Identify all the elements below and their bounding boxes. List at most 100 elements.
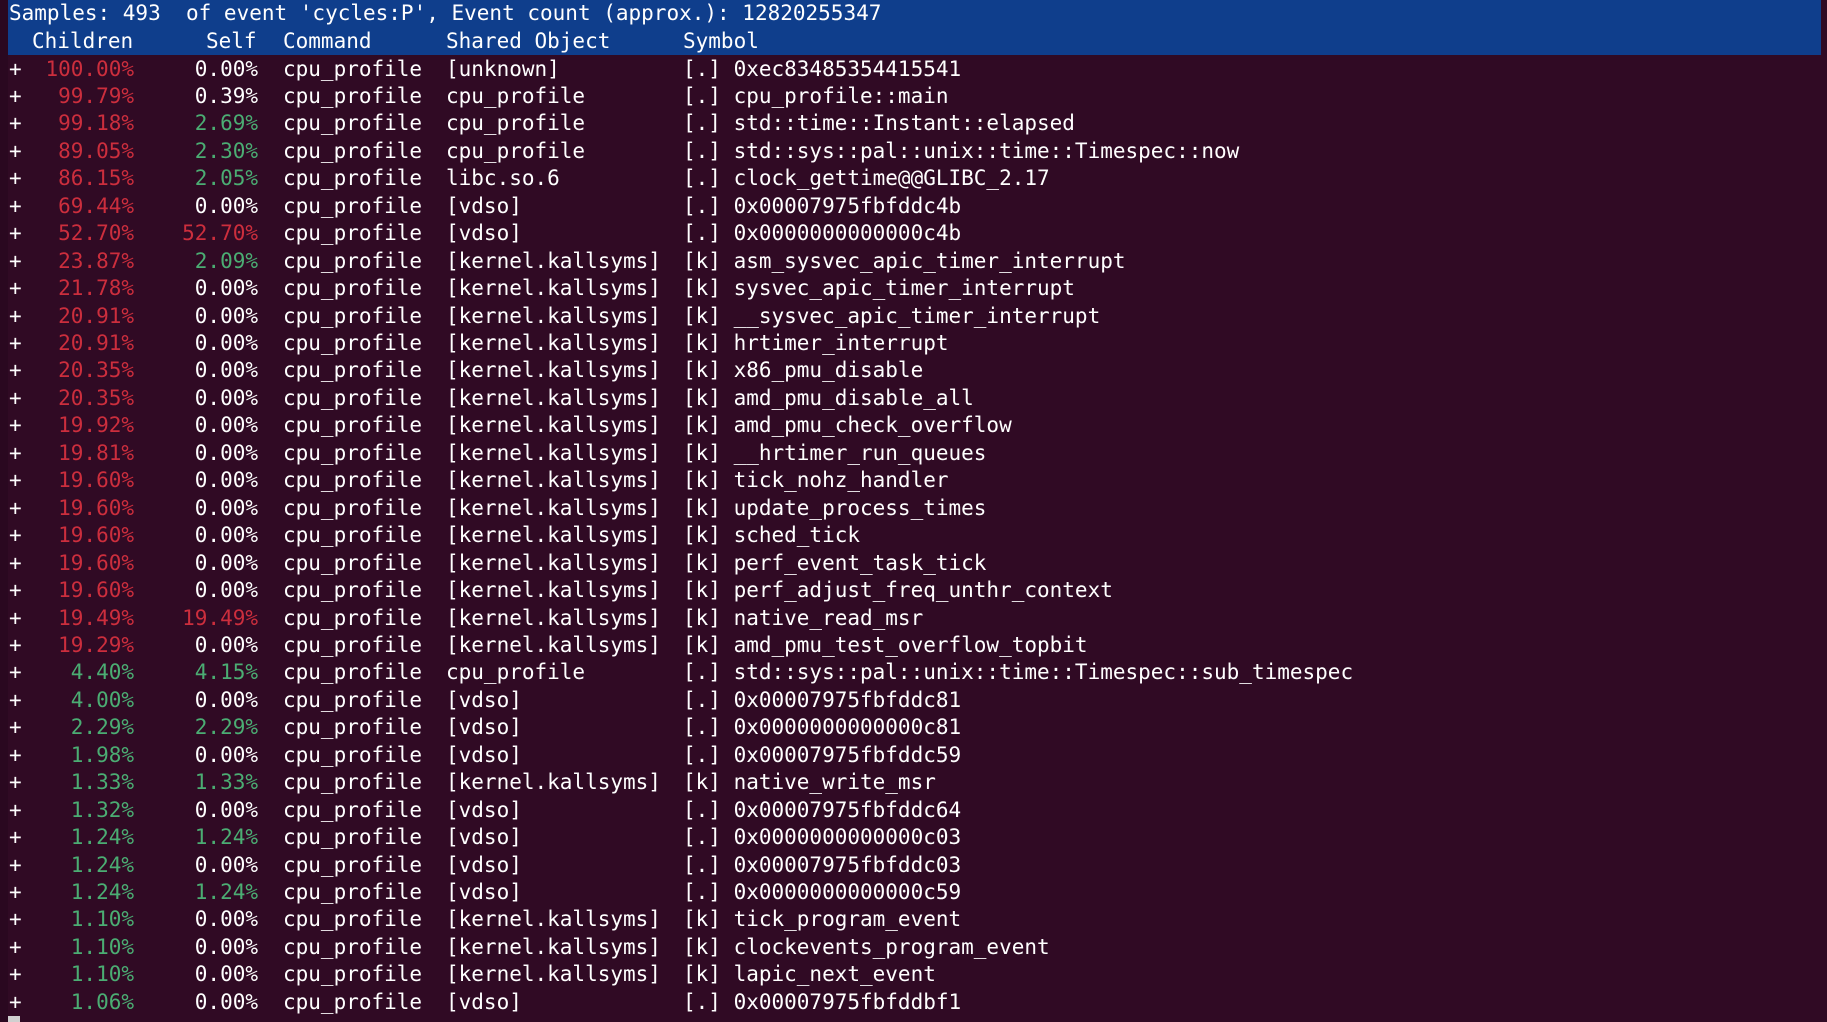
shared-object-cell: [vdso] xyxy=(446,989,522,1014)
shared-object-cell: cpu_profile xyxy=(446,83,586,108)
table-row[interactable]: +1.24% 1.24% cpu_profile [vdso] [.] 0x000000… xyxy=(0,824,1827,852)
symbol-cell: [k] __hrtimer_run_queues xyxy=(683,440,987,465)
symbol-cell: [k] native_write_msr xyxy=(683,770,936,795)
table-row[interactable]: +89.05% 2.30% cpu_profile cpu_profile [.] st… xyxy=(0,138,1827,166)
children-percent: 19.60% xyxy=(58,550,134,575)
command-cell: cpu_profile xyxy=(283,138,423,163)
self-percent: 0.00% xyxy=(194,797,258,822)
symbol-cell: [k] lapic_next_event xyxy=(683,962,936,987)
command-cell: cpu_profile xyxy=(283,632,423,657)
symbol-cell: [.] 0x0000000000000c59 xyxy=(683,880,962,904)
command-cell: cpu_profile xyxy=(283,550,423,575)
self-percent: 0.00% xyxy=(194,303,258,328)
table-row[interactable]: +1.10% 0.00% cpu_profile [kernel.kallsyms][… xyxy=(0,906,1827,934)
self-percent: 2.30% xyxy=(194,138,258,163)
command-cell: cpu_profile xyxy=(283,989,423,1014)
column-header-command[interactable]: Command xyxy=(283,28,372,56)
table-row[interactable]: +19.60% 0.00% cpu_profile [kernel.kallsyms]… xyxy=(0,522,1827,550)
table-row[interactable]: +23.87% 2.09% cpu_profile [kernel.kallsyms]… xyxy=(0,248,1827,276)
command-cell: cpu_profile xyxy=(283,934,423,959)
table-row[interactable]: +1.33% 1.33% cpu_profile [kernel.kallsyms][… xyxy=(0,769,1827,797)
table-row[interactable]: +20.91% 0.00% cpu_profile [kernel.kallsyms]… xyxy=(0,303,1827,331)
table-row[interactable]: +99.18% 2.69% cpu_profile cpu_profile [.] st… xyxy=(0,110,1827,138)
table-row[interactable]: +1.24% 0.00% cpu_profile [vdso] [.] 0x000079… xyxy=(0,852,1827,880)
column-header-children[interactable]: Children xyxy=(32,28,133,56)
table-row[interactable]: +21.78% 0.00% cpu_profile [kernel.kallsyms]… xyxy=(0,275,1827,303)
table-row[interactable]: +1.98% 0.00% cpu_profile [vdso] [.] 0x000079… xyxy=(0,742,1827,770)
table-row[interactable]: +1.10% 0.00% cpu_profile [kernel.kallsyms][… xyxy=(0,961,1827,989)
column-header-self[interactable]: Self xyxy=(206,28,257,56)
table-row[interactable]: +19.60% 0.00% cpu_profile [kernel.kallsyms]… xyxy=(0,467,1827,495)
symbol-cell: [k] sched_tick xyxy=(683,523,861,548)
self-percent: 0.00% xyxy=(194,358,258,383)
table-row[interactable]: +1.32% 0.00% cpu_profile [vdso] [.] 0x000079… xyxy=(0,797,1827,825)
table-row[interactable]: +1.24% 1.24% cpu_profile [vdso] [.] 0x000000… xyxy=(0,879,1827,907)
shared-object-cell: [kernel.kallsyms] xyxy=(446,303,661,328)
table-row[interactable]: +20.35% 0.00% cpu_profile [kernel.kallsyms]… xyxy=(0,385,1827,413)
table-row[interactable]: +2.29% 2.29% cpu_profile [vdso] [.] 0x000000… xyxy=(0,714,1827,742)
children-percent: 20.35% xyxy=(58,385,134,410)
self-percent: 2.69% xyxy=(194,111,258,136)
self-percent: 0.00% xyxy=(194,276,258,301)
children-percent: 1.06% xyxy=(70,989,134,1014)
command-cell: cpu_profile xyxy=(283,166,423,191)
shared-object-cell: [kernel.kallsyms] xyxy=(446,248,661,273)
table-row[interactable]: +100.00% 0.00% cpu_profile [unknown] [.] 0xe… xyxy=(0,56,1827,84)
symbol-cell: [k] native_read_msr xyxy=(683,605,924,630)
shared-object-cell: [kernel.kallsyms] xyxy=(446,605,661,630)
table-row[interactable]: +4.40% 4.15% cpu_profile cpu_profile [.] std… xyxy=(0,659,1827,687)
symbol-cell: [k] amd_pmu_check_overflow xyxy=(683,413,1012,438)
shared-object-cell: [kernel.kallsyms] xyxy=(446,413,661,438)
self-percent: 52.70% xyxy=(182,221,258,246)
table-row[interactable]: +20.35% 0.00% cpu_profile [kernel.kallsyms]… xyxy=(0,357,1827,385)
symbol-cell: [.] 0x0000000000000c81 xyxy=(683,715,962,740)
table-row[interactable]: +19.92% 0.00% cpu_profile [kernel.kallsyms]… xyxy=(0,412,1827,440)
table-row[interactable]: +19.49% 19.49% cpu_profile [kernel.kallsyms… xyxy=(0,605,1827,633)
symbol-cell: [k] update_process_times xyxy=(683,495,987,520)
table-row[interactable]: +86.15% 2.05% cpu_profile libc.so.6 [.] cloc… xyxy=(0,165,1827,193)
self-percent: 0.00% xyxy=(194,687,258,712)
column-header-shared-object[interactable]: Shared Object xyxy=(446,28,610,56)
children-percent: 100.00% xyxy=(45,56,134,81)
self-percent: 4.15% xyxy=(194,660,258,685)
shared-object-cell: [kernel.kallsyms] xyxy=(446,632,661,657)
command-cell: cpu_profile xyxy=(283,660,423,685)
self-percent: 0.00% xyxy=(194,440,258,465)
table-row[interactable]: +19.60% 0.00% cpu_profile [kernel.kallsyms]… xyxy=(0,550,1827,578)
table-row[interactable]: +1.10% 0.00% cpu_profile [kernel.kallsyms][… xyxy=(0,934,1827,962)
command-cell: cpu_profile xyxy=(283,440,423,465)
command-cell: cpu_profile xyxy=(283,83,423,108)
self-percent: 0.00% xyxy=(194,495,258,520)
command-cell: cpu_profile xyxy=(283,331,423,355)
command-cell: cpu_profile xyxy=(283,276,423,301)
table-row[interactable]: +99.79% 0.39% cpu_profile cpu_profile [.] cp… xyxy=(0,83,1827,111)
table-row[interactable]: +4.00% 0.00% cpu_profile [vdso] [.] 0x000079… xyxy=(0,687,1827,715)
self-percent: 0.00% xyxy=(194,523,258,548)
command-cell: cpu_profile xyxy=(283,111,423,136)
children-percent: 19.60% xyxy=(58,578,134,603)
self-percent: 0.00% xyxy=(194,742,258,767)
table-row[interactable]: +19.29% 0.00% cpu_profile [kernel.kallsyms]… xyxy=(0,632,1827,660)
command-cell: cpu_profile xyxy=(283,825,423,850)
children-percent: 1.24% xyxy=(70,880,134,904)
table-row[interactable]: +1.06% 0.00% cpu_profile [vdso] [.] 0x000079… xyxy=(0,989,1827,1017)
shared-object-cell: [kernel.kallsyms] xyxy=(446,468,661,493)
table-row[interactable]: +19.60% 0.00% cpu_profile [kernel.kallsyms]… xyxy=(0,495,1827,523)
children-percent: 19.49% xyxy=(58,605,134,630)
children-percent: 20.91% xyxy=(58,303,134,328)
symbol-cell: [.] 0x0000000000000c03 xyxy=(683,825,962,850)
command-cell: cpu_profile xyxy=(283,880,423,904)
table-row[interactable]: +19.81% 0.00% cpu_profile [kernel.kallsyms]… xyxy=(0,440,1827,468)
self-percent: 0.00% xyxy=(194,934,258,959)
shared-object-cell: [kernel.kallsyms] xyxy=(446,550,661,575)
column-header-symbol[interactable]: Symbol xyxy=(683,28,759,56)
children-percent: 20.91% xyxy=(58,331,134,355)
table-row[interactable]: +20.91% 0.00% cpu_profile [kernel.kallsyms]… xyxy=(0,330,1827,358)
table-row[interactable]: +52.70% 52.70% cpu_profile [vdso] [.] 0x0000… xyxy=(0,220,1827,248)
terminal-window[interactable]: Samples: 493 of event 'cycles:P', Event … xyxy=(0,0,1827,1022)
symbol-cell: [k] amd_pmu_test_overflow_topbit xyxy=(683,632,1088,657)
command-cell: cpu_profile xyxy=(283,358,423,383)
table-row[interactable]: +19.60% 0.00% cpu_profile [kernel.kallsyms]… xyxy=(0,577,1827,605)
table-row[interactable]: +69.44% 0.00% cpu_profile [vdso] [.] 0x00007… xyxy=(0,193,1827,221)
shared-object-cell: [kernel.kallsyms] xyxy=(446,495,661,520)
